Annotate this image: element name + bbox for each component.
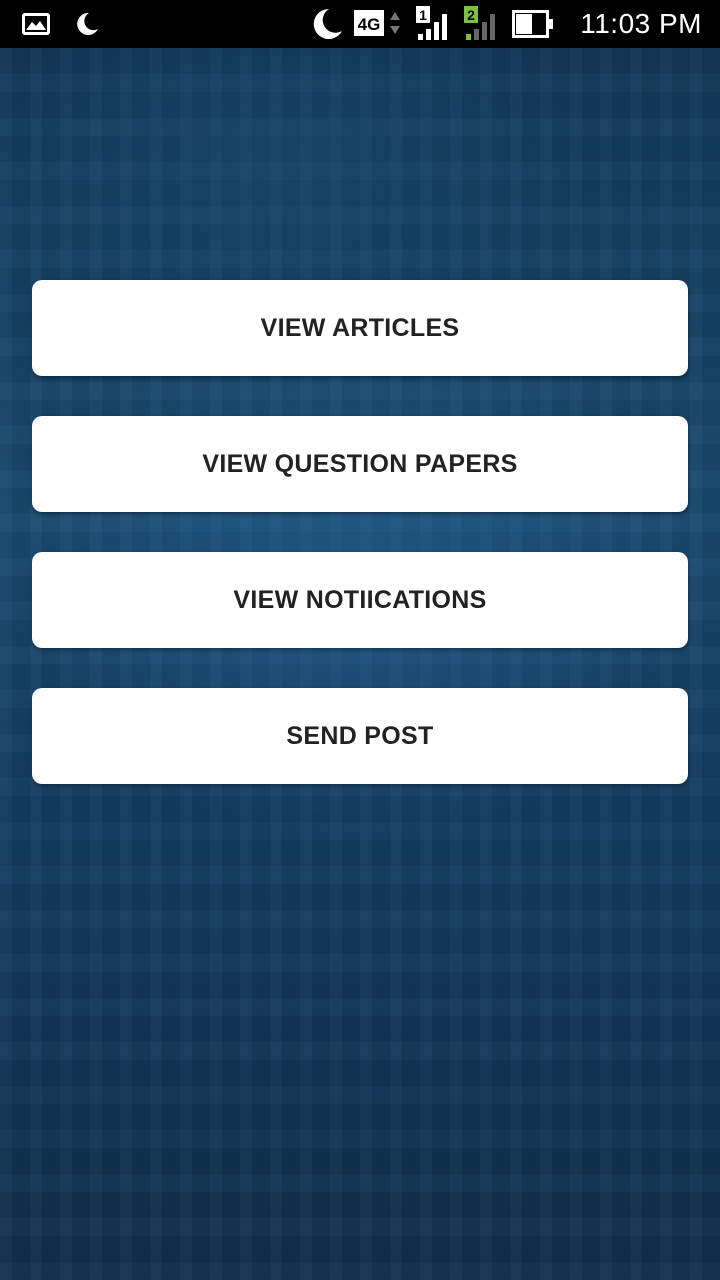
sim1-label: 1 [419, 7, 427, 23]
view-notifications-button[interactable]: VIEW NOTIICATIONS [32, 552, 688, 648]
view-articles-label: VIEW ARTICLES [260, 313, 460, 342]
main-menu: VIEW ARTICLES VIEW QUESTION PAPERS VIEW … [32, 280, 688, 824]
moon-icon [72, 10, 100, 38]
view-question-papers-label: VIEW QUESTION PAPERS [202, 449, 518, 478]
status-time: 11:03 PM [580, 8, 702, 39]
sim2-signal-icon: 2 [464, 6, 502, 42]
status-bar-right: 4G 1 2 11:03 PM [308, 6, 702, 42]
app-screen: 4G 1 2 11:03 PM VIEW ARTICLES VIEW QUEST… [0, 0, 720, 1280]
network-type-label: 4G [358, 15, 381, 34]
view-notifications-label: VIEW NOTIICATIONS [233, 585, 487, 614]
send-post-label: SEND POST [286, 721, 434, 750]
send-post-button[interactable]: SEND POST [32, 688, 688, 784]
battery-icon [512, 9, 554, 39]
sim2-label: 2 [467, 7, 475, 23]
view-articles-button[interactable]: VIEW ARTICLES [32, 280, 688, 376]
4g-icon: 4G [354, 8, 406, 40]
sim1-signal-icon: 1 [416, 6, 454, 42]
status-bar: 4G 1 2 11:03 PM [0, 0, 720, 48]
status-bar-left [22, 10, 100, 38]
moon-icon [308, 6, 344, 42]
image-notification-icon [22, 13, 50, 35]
view-question-papers-button[interactable]: VIEW QUESTION PAPERS [32, 416, 688, 512]
